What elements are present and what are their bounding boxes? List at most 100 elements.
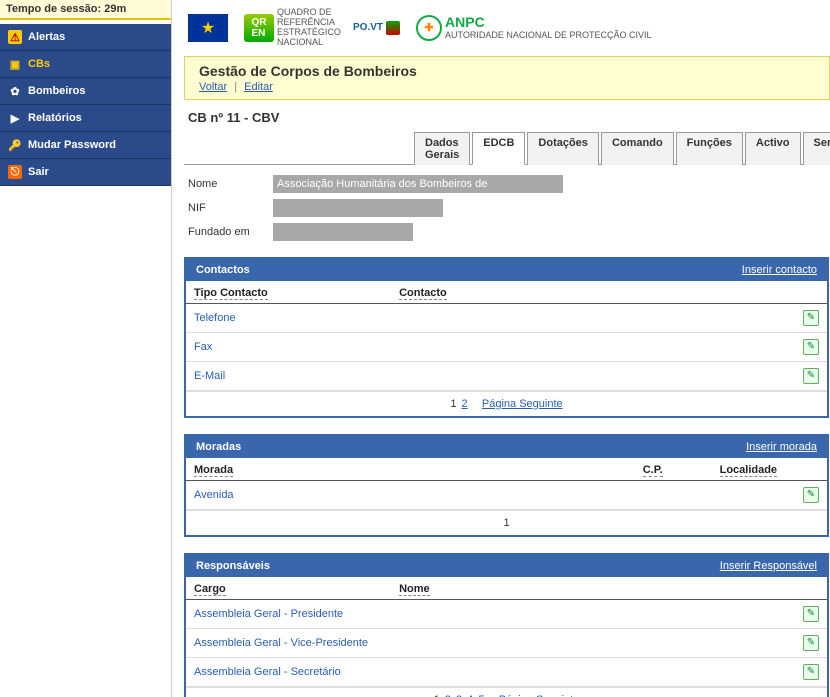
tab-sen[interactable]: Sen (803, 132, 830, 165)
edit-icon[interactable]: ✎ (803, 606, 819, 622)
edit-icon[interactable]: ✎ (803, 487, 819, 503)
moradas-header: Moradas Inserir morada (186, 436, 827, 458)
responsaveis-panel: Responsáveis Inserir Responsável Cargo N… (184, 553, 829, 697)
tab-activo[interactable]: Activo (745, 132, 801, 165)
contacto-valor (391, 303, 795, 332)
col-cargo[interactable]: Cargo (194, 583, 226, 596)
contactos-title: Contactos (196, 264, 250, 276)
contacto-valor (391, 361, 795, 390)
separator: | (234, 81, 237, 93)
pager-next[interactable]: Página Seguinte (482, 398, 563, 410)
pager-page-4[interactable]: 4 (467, 694, 473, 697)
col-tipo-contacto[interactable]: Tipo Contacto (194, 287, 268, 300)
nome-label: Nome (188, 178, 273, 190)
moradas-table: Morada C.P. Localidade Avenida ✎ (186, 458, 827, 510)
pager-current: 1 (434, 694, 440, 697)
pager-page-2[interactable]: 2 (462, 398, 468, 410)
contacto-tipo[interactable]: Telefone (186, 303, 391, 332)
title-band: Gestão de Corpos de Bombeiros Voltar | E… (184, 56, 830, 100)
pager-current: 1 (450, 398, 456, 410)
anpc-subtitle: AUTORIDADE NACIONAL DE PROTECÇÃO CIVIL (445, 30, 652, 40)
bombeiros-icon: ✿ (8, 84, 22, 98)
nav-label: Relatórios (28, 112, 82, 124)
form-area: Nome Associação Humanitária dos Bombeiro… (184, 165, 830, 257)
contacto-tipo[interactable]: E-Mail (186, 361, 391, 390)
contacto-valor (391, 332, 795, 361)
edit-icon[interactable]: ✎ (803, 664, 819, 680)
nav-item-bombeiros[interactable]: ✿ Bombeiros (0, 78, 171, 105)
nav-item-mudar-password[interactable]: 🔑 Mudar Password (0, 132, 171, 159)
contactos-table: Tipo Contacto Contacto Telefone ✎ Fax (186, 281, 827, 391)
responsaveis-title: Responsáveis (196, 560, 270, 572)
col-nome[interactable]: Nome (399, 583, 430, 596)
contacto-row: Telefone ✎ (186, 303, 827, 332)
nome-value (391, 628, 795, 657)
subtitle: CB nº 11 - CBV (184, 106, 830, 131)
morada-value[interactable]: Avenida (186, 480, 635, 509)
cbs-icon: ▣ (8, 57, 22, 71)
pager-page-2[interactable]: 2 (445, 694, 451, 697)
nav-label: Sair (28, 166, 49, 178)
edit-icon[interactable]: ✎ (803, 368, 819, 384)
responsavel-row: Assembleia Geral - Secretário ✎ (186, 657, 827, 686)
page-title: Gestão de Corpos de Bombeiros (199, 63, 819, 79)
col-contacto[interactable]: Contacto (399, 287, 447, 300)
form-row-nome: Nome Associação Humanitária dos Bombeiro… (188, 175, 830, 193)
title-links: Voltar | Editar (199, 81, 819, 93)
exit-icon: ⎋ (8, 165, 22, 179)
col-cp[interactable]: C.P. (643, 464, 663, 477)
responsavel-row: Assembleia Geral - Vice-Presidente ✎ (186, 628, 827, 657)
eu-flag-icon: ★ (188, 14, 228, 42)
qren-icon: QREN (244, 14, 274, 42)
cargo-value[interactable]: Assembleia Geral - Secretário (186, 657, 391, 686)
nav-item-sair[interactable]: ⎋ Sair (0, 159, 171, 186)
cargo-value[interactable]: Assembleia Geral - Vice-Presidente (186, 628, 391, 657)
nav: ⚠ Alertas ▣ CBs ✿ Bombeiros ▶ Relatórios… (0, 24, 171, 186)
nav-item-relatorios[interactable]: ▶ Relatórios (0, 105, 171, 132)
nome-value (391, 657, 795, 686)
back-link[interactable]: Voltar (199, 81, 227, 93)
tab-dotacoes[interactable]: Dotações (527, 132, 599, 165)
pager-page-3[interactable]: 3 (456, 694, 462, 697)
morada-row: Avenida ✎ (186, 480, 827, 509)
cp-value (635, 480, 712, 509)
nav-item-alertas[interactable]: ⚠ Alertas (0, 24, 171, 51)
tab-dados-gerais[interactable]: Dados Gerais (414, 132, 470, 165)
pager-next[interactable]: Página Seguinte (499, 694, 580, 697)
nome-value (391, 599, 795, 628)
nif-label: NIF (188, 202, 273, 214)
fundado-field (273, 223, 413, 241)
tab-comando[interactable]: Comando (601, 132, 674, 165)
nav-label: CBs (28, 58, 50, 70)
povt-flag-icon (386, 21, 400, 35)
sidebar: Tempo de sessão: 29m ⚠ Alertas ▣ CBs ✿ B… (0, 0, 172, 697)
localidade-value (712, 480, 795, 509)
moradas-title: Moradas (196, 441, 241, 453)
contactos-panel: Contactos Inserir contacto Tipo Contacto… (184, 257, 829, 418)
nav-item-cbs[interactable]: ▣ CBs (0, 51, 171, 78)
contactos-header: Contactos Inserir contacto (186, 259, 827, 281)
anpc-text: ANPCAUTORIDADE NACIONAL DE PROTECÇÃO CIV… (445, 15, 652, 40)
moradas-panel: Moradas Inserir morada Morada C.P. Local… (184, 434, 829, 537)
edit-icon[interactable]: ✎ (803, 635, 819, 651)
pager-current: 1 (503, 517, 509, 529)
nav-label: Alertas (28, 31, 65, 43)
edit-icon[interactable]: ✎ (803, 339, 819, 355)
responsaveis-header: Responsáveis Inserir Responsável (186, 555, 827, 577)
logo-row: ★ QREN QUADRO DE REFERÊNCIA ESTRATÉGICO … (184, 8, 830, 48)
col-localidade[interactable]: Localidade (720, 464, 777, 477)
tab-edcb[interactable]: EDCB (472, 132, 525, 165)
cargo-value[interactable]: Assembleia Geral - Presidente (186, 599, 391, 628)
insert-responsavel-link[interactable]: Inserir Responsável (720, 560, 817, 572)
insert-morada-link[interactable]: Inserir morada (746, 441, 817, 453)
tabs: Dados Gerais EDCB Dotações Comando Funçõ… (184, 131, 830, 165)
edit-link[interactable]: Editar (244, 81, 273, 93)
tab-funcoes[interactable]: Funções (676, 132, 743, 165)
contacto-tipo[interactable]: Fax (186, 332, 391, 361)
pager-page-5[interactable]: 5 (478, 694, 484, 697)
responsaveis-table: Cargo Nome Assembleia Geral - Presidente… (186, 577, 827, 687)
insert-contacto-link[interactable]: Inserir contacto (742, 264, 817, 276)
col-morada[interactable]: Morada (194, 464, 233, 477)
edit-icon[interactable]: ✎ (803, 310, 819, 326)
form-row-nif: NIF (188, 199, 830, 217)
